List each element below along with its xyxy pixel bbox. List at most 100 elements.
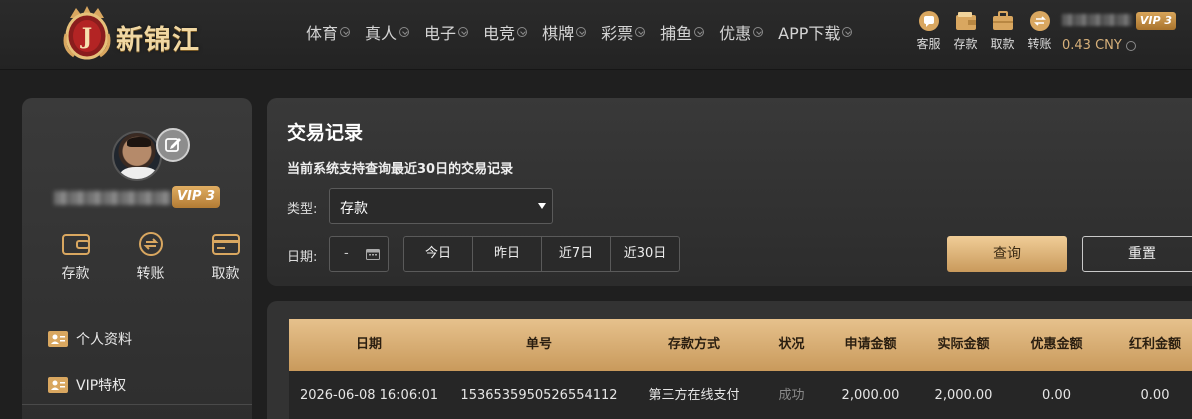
sidebar-action-label: 存款: [61, 266, 90, 282]
type-label: 类型:: [287, 202, 318, 217]
nav-label: 彩票: [601, 24, 634, 43]
chevron-down-icon: [842, 27, 853, 37]
refresh-icon[interactable]: [1125, 40, 1136, 51]
date-range-presets: 今日 昨日 近7日 近30日: [403, 236, 680, 272]
transfer-icon: [138, 232, 163, 256]
date-range-input[interactable]: -: [329, 236, 389, 272]
withdraw-quick-button[interactable]: 取款: [984, 10, 1021, 52]
type-select[interactable]: 存款: [329, 188, 553, 224]
cell-date: 2026-06-08 16:06:01: [299, 388, 439, 403]
brand-logo[interactable]: J 新锦江: [60, 4, 225, 60]
transaction-table-panel: 日期 单号 存款方式 状况 申请金额 实际金额 优惠金额 红利金额 2026-0…: [267, 301, 1192, 419]
avatar: [112, 131, 162, 181]
calendar-icon: [366, 249, 380, 260]
range-7days-button[interactable]: 近7日: [541, 236, 611, 272]
sidebar-item-label: VIP特权: [76, 378, 127, 394]
card-icon: [211, 234, 240, 255]
nav-label: 体育: [306, 24, 339, 43]
wallet-icon: [955, 12, 976, 30]
wallet-icon: [61, 234, 90, 255]
username-redacted: [1062, 14, 1132, 26]
edit-profile-button[interactable]: [156, 128, 190, 162]
date-input-value: -: [344, 246, 349, 261]
nav-item-lottery[interactable]: 彩票: [601, 20, 646, 44]
nav-item-promotions[interactable]: 优惠: [719, 20, 764, 44]
avatar-hair: [127, 137, 151, 147]
quick-label: 客服: [916, 37, 941, 51]
column-header: 实际金额: [937, 337, 990, 352]
reset-button[interactable]: 重置: [1082, 236, 1192, 272]
sidebar-transfer-button[interactable]: 转账: [113, 231, 188, 283]
nav-label: 捕鱼: [660, 24, 693, 43]
chevron-down-icon: [576, 27, 587, 37]
nav-label: 优惠: [719, 24, 752, 43]
deposit-quick-button[interactable]: 存款: [947, 10, 984, 52]
brand-name: 新锦江: [116, 25, 200, 56]
page-title: 交易记录: [287, 122, 364, 144]
column-header: 日期: [355, 337, 382, 352]
transfer-quick-button[interactable]: 转账: [1021, 10, 1058, 52]
nav-item-cards[interactable]: 棋牌: [542, 20, 587, 44]
nav-item-esports[interactable]: 电竞: [483, 20, 528, 44]
avatar-shirt: [120, 167, 158, 179]
range-30days-button[interactable]: 近30日: [610, 236, 680, 272]
range-yesterday-button[interactable]: 昨日: [472, 236, 542, 272]
query-range-note: 当前系统支持查询最近30日的交易记录: [287, 162, 514, 177]
nav-label: 电子: [424, 24, 457, 43]
sidebar-menu: 个人资料 VIP特权: [48, 316, 132, 408]
sidebar-item-label: 个人资料: [76, 332, 132, 348]
sidebar-item-profile[interactable]: 个人资料: [48, 316, 132, 362]
transaction-filter-panel: 交易记录 当前系统支持查询最近30日的交易记录 类型: 存款 日期: - 今日 …: [267, 98, 1192, 286]
chevron-down-icon: [517, 27, 528, 37]
top-header: J 新锦江 体育 真人 电子 电竞 棋牌 彩票 捕鱼 优惠 APP下载 客服 存…: [0, 0, 1192, 70]
table-header: 日期 单号 存款方式 状况 申请金额 实际金额 优惠金额 红利金额: [289, 319, 1192, 371]
cell-promo-amount: 0.00: [1042, 388, 1071, 403]
crown-emblem-icon: J: [63, 6, 111, 60]
chevron-down-icon: [399, 27, 410, 37]
quick-label: 存款: [953, 37, 978, 51]
nav-item-fishing[interactable]: 捕鱼: [660, 20, 705, 44]
quick-label: 转账: [1027, 37, 1052, 51]
customer-service-button[interactable]: 客服: [910, 10, 947, 52]
sidebar-item-vip[interactable]: VIP特权: [48, 362, 132, 408]
nav-item-sports[interactable]: 体育: [306, 20, 351, 44]
briefcase-icon: [992, 11, 1013, 30]
sidebar-action-label: 取款: [211, 266, 240, 282]
balance-display: 0.43 CNY: [1062, 38, 1136, 53]
nav-label: 棋牌: [542, 24, 575, 43]
chevron-down-icon: [694, 27, 705, 37]
column-header: 优惠金额: [1030, 337, 1083, 352]
column-header: 申请金额: [844, 337, 897, 352]
vip-card-icon: [48, 377, 68, 393]
sidebar-action-label: 转账: [136, 266, 165, 282]
range-today-button[interactable]: 今日: [403, 236, 473, 272]
chevron-down-icon: [340, 27, 351, 37]
column-header: 红利金额: [1128, 337, 1181, 352]
transfer-coin-icon: [1029, 11, 1050, 31]
cell-actual-amount: 2,000.00: [934, 388, 993, 403]
column-header: 状况: [778, 337, 805, 352]
balance-value: 0.43 CNY: [1062, 38, 1122, 53]
query-button[interactable]: 查询: [947, 236, 1067, 272]
type-select-value: 存款: [340, 201, 368, 217]
sidebar-divider: [22, 404, 252, 405]
table-row[interactable]: 2026-06-08 16:06:01 1536535950526554112 …: [289, 371, 1192, 419]
cell-bonus-amount: 0.00: [1140, 388, 1170, 403]
vip-badge: VIP 3: [1136, 12, 1176, 30]
cell-status: 成功: [778, 388, 805, 403]
cell-deposit-method: 第三方在线支付: [648, 388, 740, 403]
cell-requested-amount: 2,000.00: [841, 388, 900, 403]
quick-label: 取款: [990, 37, 1015, 51]
sidebar-deposit-button[interactable]: 存款: [38, 231, 113, 283]
nav-label: 真人: [365, 24, 398, 43]
chat-bubble-icon: [918, 11, 939, 31]
nav-item-app-download[interactable]: APP下载: [778, 20, 853, 44]
date-label: 日期:: [287, 250, 318, 265]
emblem-letter: J: [80, 24, 92, 50]
account-sidebar: VIP 3 存款 转账 取款 个人资料 VIP特权: [22, 98, 252, 419]
nav-item-slots[interactable]: 电子: [424, 20, 469, 44]
sidebar-withdraw-button[interactable]: 取款: [188, 231, 263, 283]
nav-label: 电竞: [483, 24, 516, 43]
username-redacted: [54, 191, 172, 205]
nav-item-live[interactable]: 真人: [365, 20, 410, 44]
